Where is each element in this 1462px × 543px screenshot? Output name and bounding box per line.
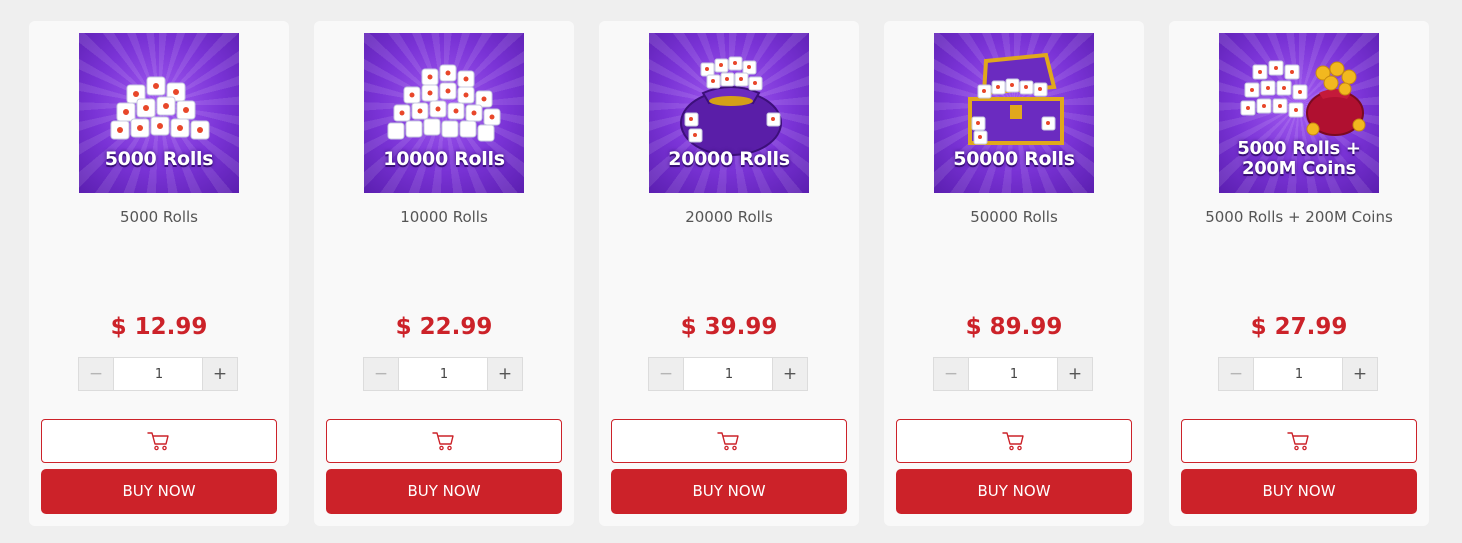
image-caption-line: 200M Coins [1241, 158, 1357, 179]
buy-now-button[interactable]: BUY NOW [611, 469, 847, 514]
product-image[interactable]: 50000 Rolls [934, 33, 1094, 193]
product-price: $ 27.99 [1250, 314, 1348, 340]
product-card: 50000 Rolls 50000 Rolls $ 89.99 − + BUY … [884, 21, 1144, 526]
image-caption: 20000 Rolls [668, 148, 790, 170]
buy-now-button[interactable]: BUY NOW [1181, 469, 1417, 514]
decrease-quantity-button[interactable]: − [364, 358, 399, 390]
image-caption-line: 5000 Rolls + [1237, 138, 1361, 159]
image-caption: 5000 Rolls [104, 148, 214, 170]
cart-icon [432, 432, 454, 451]
product-title[interactable]: 20000 Rolls [599, 208, 859, 226]
decrease-quantity-button[interactable]: − [1219, 358, 1254, 390]
product-image[interactable]: 10000 Rolls [364, 33, 524, 193]
quantity-input[interactable] [399, 358, 489, 390]
product-image[interactable]: 20000 Rolls [649, 33, 809, 193]
product-price: $ 39.99 [680, 314, 778, 340]
quantity-input[interactable] [1254, 358, 1344, 390]
quantity-input[interactable] [684, 358, 774, 390]
product-title[interactable]: 5000 Rolls [29, 208, 289, 226]
increase-quantity-button[interactable]: + [1057, 358, 1092, 390]
quantity-input[interactable] [114, 358, 204, 390]
product-title[interactable]: 5000 Rolls + 200M Coins [1169, 208, 1429, 226]
quantity-stepper: − + [363, 357, 523, 391]
buy-now-button[interactable]: BUY NOW [896, 469, 1132, 514]
product-card: 10000 Rolls 10000 Rolls $ 22.99 − + BUY … [314, 21, 574, 526]
increase-quantity-button[interactable]: + [202, 358, 237, 390]
cart-icon [147, 432, 169, 451]
add-to-cart-button[interactable] [611, 419, 847, 463]
quantity-stepper: − + [933, 357, 1093, 391]
product-title[interactable]: 50000 Rolls [884, 208, 1144, 226]
increase-quantity-button[interactable]: + [1342, 358, 1377, 390]
decrease-quantity-button[interactable]: − [934, 358, 969, 390]
cart-icon [1287, 432, 1309, 451]
product-card: 5000 Rolls 5000 Rolls $ 12.99 − + BUY NO… [29, 21, 289, 526]
quantity-input[interactable] [969, 358, 1059, 390]
cart-icon [717, 432, 739, 451]
image-caption: 5000 Rolls + 200M Coins [1219, 139, 1379, 179]
product-price: $ 22.99 [395, 314, 493, 340]
buy-now-button[interactable]: BUY NOW [326, 469, 562, 514]
quantity-stepper: − + [648, 357, 808, 391]
increase-quantity-button[interactable]: + [772, 358, 807, 390]
quantity-stepper: − + [78, 357, 238, 391]
product-price: $ 89.99 [965, 314, 1063, 340]
add-to-cart-button[interactable] [1181, 419, 1417, 463]
product-image[interactable]: 5000 Rolls + 200M Coins [1219, 33, 1379, 193]
product-title[interactable]: 10000 Rolls [314, 208, 574, 226]
image-caption: 10000 Rolls [383, 148, 505, 170]
product-card: 20000 Rolls 20000 Rolls $ 39.99 − + BUY … [599, 21, 859, 526]
decrease-quantity-button[interactable]: − [649, 358, 684, 390]
decrease-quantity-button[interactable]: − [79, 358, 114, 390]
add-to-cart-button[interactable] [41, 419, 277, 463]
product-price: $ 12.99 [110, 314, 208, 340]
quantity-stepper: − + [1218, 357, 1378, 391]
increase-quantity-button[interactable]: + [487, 358, 522, 390]
buy-now-button[interactable]: BUY NOW [41, 469, 277, 514]
product-image[interactable]: 5000 Rolls [79, 33, 239, 193]
add-to-cart-button[interactable] [896, 419, 1132, 463]
image-caption: 50000 Rolls [953, 148, 1075, 170]
add-to-cart-button[interactable] [326, 419, 562, 463]
product-card: 5000 Rolls + 200M Coins 5000 Rolls + 200… [1169, 21, 1429, 526]
cart-icon [1002, 432, 1024, 451]
